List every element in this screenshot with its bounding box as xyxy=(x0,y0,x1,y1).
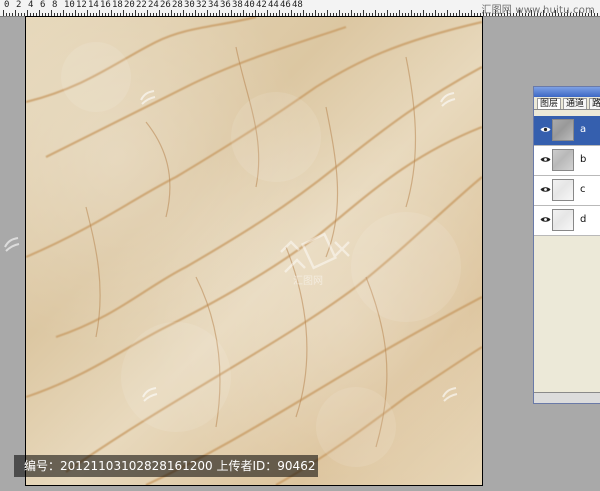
ruler-tick-label: 4 xyxy=(28,0,34,10)
tab-layers[interactable]: 图层 xyxy=(537,98,562,109)
center-watermark-logo: 汇图网 xyxy=(280,232,350,287)
ruler-tick-label: 12 xyxy=(76,0,87,10)
ruler-minor-tick xyxy=(18,13,19,16)
marble-texture xyxy=(26,17,482,485)
ruler-tick-label: 0 xyxy=(4,0,10,10)
ruler-tick-label: 6 xyxy=(40,0,46,10)
ruler-tick-label: 10 xyxy=(64,0,75,10)
ruler-minor-tick xyxy=(9,13,10,16)
layer-thumbnail[interactable] xyxy=(552,149,574,171)
top-ruler: 0 2 4 6 8 10 12 14 16 18 20 22 24 26 28 30 32 34 36 38 40 42 4… xyxy=(0,0,600,17)
layer-thumbnail[interactable] xyxy=(552,179,574,201)
layer-row-c[interactable]: c xyxy=(534,176,600,206)
ruler-tick-label: 20 xyxy=(124,0,135,10)
ruler-tick-label: 26 xyxy=(160,0,171,10)
ruler-tick-label: 2 xyxy=(16,0,22,10)
layer-name[interactable]: b xyxy=(580,154,586,165)
layer-row-b[interactable]: b xyxy=(534,146,600,176)
visibility-eye-icon[interactable] xyxy=(540,186,551,193)
ruler-tick-label: 46 xyxy=(280,0,291,10)
tab-channels[interactable]: 通道 xyxy=(563,98,588,109)
document-canvas-frame: 汇图网 xyxy=(25,16,483,486)
ruler-tick-label: 36 xyxy=(220,0,231,10)
visibility-eye-icon[interactable] xyxy=(540,156,551,163)
layer-row-a[interactable]: a xyxy=(534,116,600,146)
watermark-leaf-icon-1 xyxy=(140,90,156,105)
layer-name[interactable]: d xyxy=(580,214,586,225)
ruler-tick-label: 44 xyxy=(268,0,279,10)
watermark-leaf-icon-3 xyxy=(142,387,158,402)
panel-tabs: 图层 通道 路 xyxy=(534,97,600,110)
watermark-leaf-icon-2 xyxy=(440,92,456,107)
ruler-tick-label: 16 xyxy=(100,0,111,10)
image-id-caption: 编号：20121103102828161200 上传者ID：90462 xyxy=(14,455,318,477)
visibility-eye-icon[interactable] xyxy=(540,216,551,223)
ruler-minor-tick xyxy=(6,13,7,16)
ruler-tick-label: 32 xyxy=(196,0,207,10)
ruler-minor-tick xyxy=(597,13,598,16)
layers-panel: 图层 通道 路 a b c xyxy=(533,86,600,404)
ruler-tick-label: 30 xyxy=(184,0,195,10)
side-watermark-icon-left xyxy=(4,237,20,252)
panel-bottom-bar xyxy=(534,392,600,403)
watermark-leaf-icon-4 xyxy=(442,387,458,402)
ruler-tick-label: 28 xyxy=(172,0,183,10)
center-watermark-text: 汇图网 xyxy=(293,274,323,287)
ruler-tick-label: 8 xyxy=(52,0,58,10)
ruler-minor-tick xyxy=(3,10,4,16)
tab-paths[interactable]: 路 xyxy=(589,98,600,109)
ruler-tick-label: 34 xyxy=(208,0,219,10)
ruler-tick-label: 42 xyxy=(256,0,267,10)
marble-image-canvas[interactable]: 汇图网 xyxy=(26,17,482,485)
ruler-tick-label: 22 xyxy=(136,0,147,10)
ruler-tick-label: 48 xyxy=(292,0,303,10)
ruler-tick-label: 24 xyxy=(148,0,159,10)
ruler-tick-label: 18 xyxy=(112,0,123,10)
ruler-minor-tick xyxy=(21,13,22,16)
visibility-eye-icon[interactable] xyxy=(540,126,551,133)
layer-thumbnail[interactable] xyxy=(552,209,574,231)
ruler-minor-tick xyxy=(15,10,16,16)
ruler-minor-tick xyxy=(12,13,13,16)
layer-thumbnail[interactable] xyxy=(552,119,574,141)
layer-name[interactable]: c xyxy=(580,184,586,195)
layer-list: a b c d xyxy=(534,116,600,236)
layer-name[interactable]: a xyxy=(580,124,586,135)
layer-row-d[interactable]: d xyxy=(534,206,600,236)
panel-titlebar[interactable] xyxy=(534,87,600,97)
ruler-watermark: 汇图网 www.huitu.com xyxy=(481,5,595,16)
ruler-tick-label: 40 xyxy=(244,0,255,10)
ruler-tick-label: 14 xyxy=(88,0,99,10)
ruler-tick-label: 38 xyxy=(232,0,243,10)
